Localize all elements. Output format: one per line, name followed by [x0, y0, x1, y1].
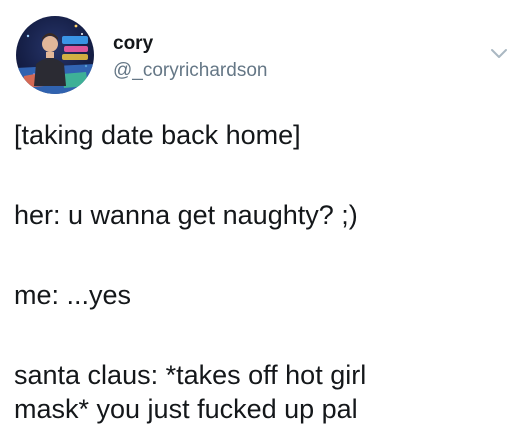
tweet-text: [taking date back home] her: u wanna get…: [14, 118, 502, 426]
tweet-line: mask* you just fucked up pal: [14, 394, 358, 424]
chevron-down-icon[interactable]: [488, 46, 510, 62]
display-name[interactable]: cory: [113, 33, 267, 55]
user-handle[interactable]: @_coryrichardson: [113, 59, 267, 83]
tweet-line: me: ...yes: [14, 280, 132, 310]
tweet-header: cory @_coryrichardson: [16, 16, 507, 96]
tweet-line: [taking date back home]: [14, 120, 301, 150]
author-names: cory @_coryrichardson: [113, 33, 267, 83]
avatar[interactable]: [16, 16, 94, 94]
avatar-image: [16, 24, 94, 94]
tweet-card: cory @_coryrichardson [taking date back …: [0, 0, 512, 441]
tweet-line: santa claus: *takes off hot girl: [14, 360, 367, 390]
tweet-line: her: u wanna get naughty? ;): [14, 200, 358, 230]
